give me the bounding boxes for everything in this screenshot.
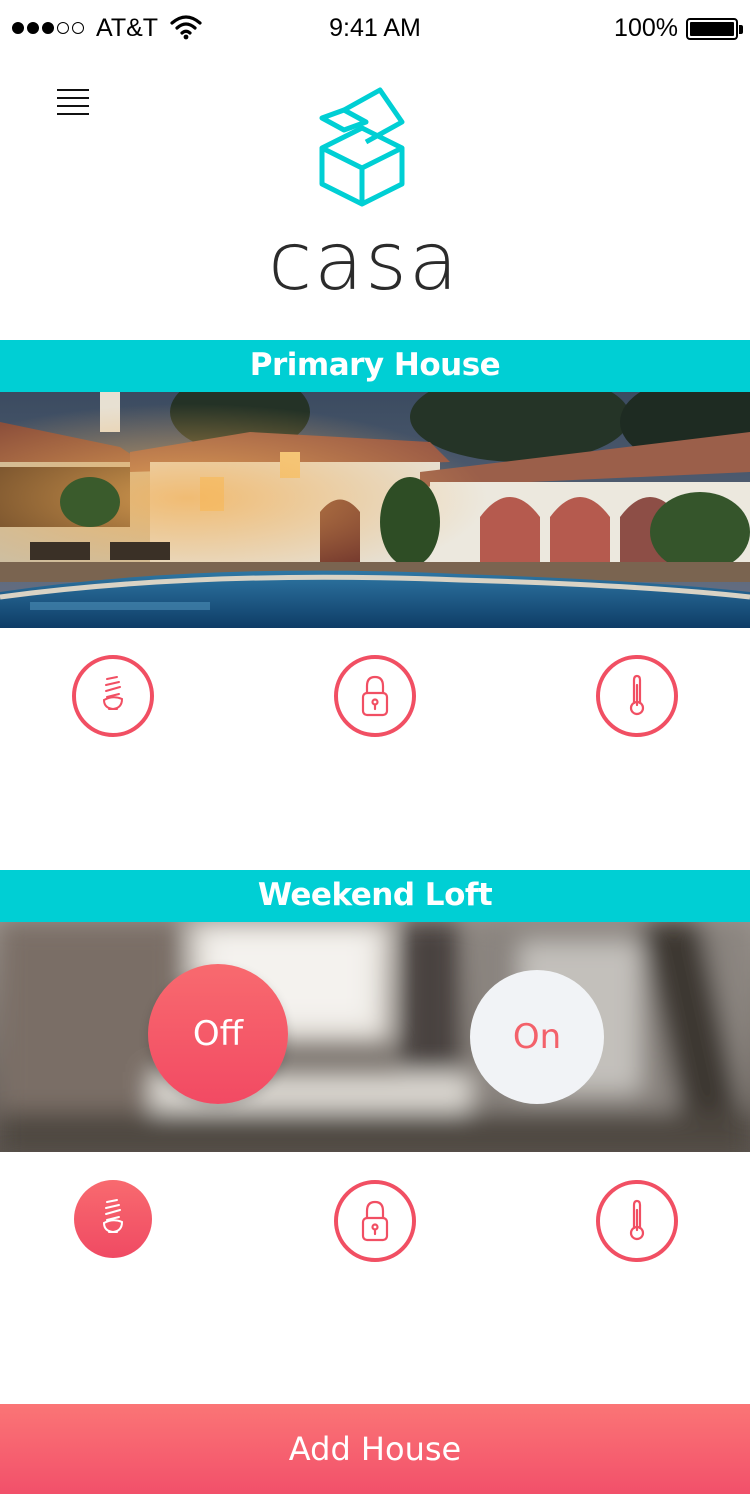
lock-toggle-primary[interactable] — [334, 655, 416, 737]
status-bar: AT&T 9:41 AM 100% — [0, 0, 750, 56]
thermometer-icon — [629, 674, 645, 716]
off-button[interactable]: Off — [148, 964, 288, 1104]
light-bulb-icon — [102, 1199, 124, 1234]
light-bulb-icon — [102, 676, 124, 711]
signal-strength-icon — [12, 22, 84, 34]
wifi-icon — [170, 15, 202, 40]
hamburger-menu-icon[interactable] — [52, 84, 94, 120]
thermostat-toggle-loft[interactable] — [596, 1180, 678, 1262]
house-title-primary: Primary House — [0, 340, 750, 392]
light-toggle-primary[interactable] — [72, 655, 154, 737]
battery-percentage: 100% — [614, 14, 678, 42]
thermometer-icon — [629, 1199, 645, 1241]
open-box-icon — [319, 87, 405, 207]
carrier-label: AT&T — [96, 14, 159, 42]
add-house-button[interactable]: Add House — [0, 1404, 750, 1494]
lock-icon — [361, 1200, 389, 1242]
house-title-loft: Weekend Loft — [0, 870, 750, 922]
on-button[interactable]: On — [470, 970, 604, 1104]
thermostat-toggle-primary[interactable] — [596, 655, 678, 737]
lock-toggle-loft[interactable] — [334, 1180, 416, 1262]
primary-house-photo[interactable] — [0, 392, 750, 628]
lock-icon — [361, 675, 389, 717]
brand-wordmark: casa — [268, 215, 460, 308]
battery-tip — [739, 25, 743, 34]
light-toggle-loft[interactable] — [74, 1180, 152, 1258]
weekend-loft-photo[interactable] — [0, 922, 750, 1152]
battery-icon — [686, 18, 738, 40]
